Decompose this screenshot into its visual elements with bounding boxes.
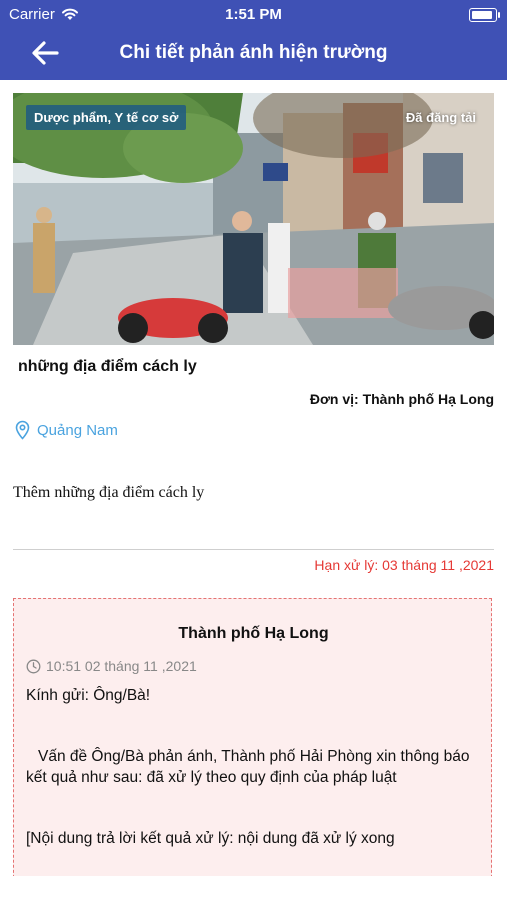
response-greeting: Kính gửi: Ông/Bà!	[26, 687, 151, 704]
response-card: Thành phố Hạ Long 10:51 02 tháng 11 ,202…	[13, 598, 492, 898]
status-badge: Đã đăng tải	[405, 110, 476, 125]
clock-icon	[26, 659, 41, 673]
report-description: Thêm những địa điểm cách ly	[13, 484, 205, 501]
report-photo[interactable]: Dược phẩm, Y tế cơ sở Đã đăng tải	[13, 93, 494, 345]
clock: 1:51 PM	[225, 6, 282, 23]
street-scene-image	[13, 93, 494, 345]
battery-level	[472, 11, 492, 19]
category-badge: Dược phẩm, Y tế cơ sở	[26, 105, 187, 130]
response-result: Vấn đề Ông/Bà phản ánh, Thành phố Hải Ph…	[26, 748, 470, 786]
battery-icon	[469, 8, 500, 22]
report-unit: Đơn vị: Thành phố Hạ Long	[309, 391, 494, 407]
report-subject: những địa điểm cách ly	[18, 358, 197, 375]
response-timestamp: 10:51 02 tháng 11 ,2021	[26, 658, 197, 674]
response-body: Kính gửi: Ông/Bà! Vấn đề Ông/Bà phản ánh…	[26, 685, 471, 849]
response-detail: [Nội dung trả lời kết quả xử lý: nội dun…	[26, 830, 395, 847]
location-link[interactable]: Quảng Nam	[14, 420, 118, 440]
deadline-label: Hạn xử lý: 03 tháng 11 ,2021	[314, 557, 494, 573]
response-organization: Thành phố Hạ Long	[178, 625, 329, 642]
bottom-edge	[0, 876, 507, 900]
map-pin-icon	[15, 420, 30, 440]
status-bar: Carrier 1:51 PM	[0, 0, 507, 28]
page-title: Chi tiết phản ánh hiện trường	[119, 42, 388, 63]
response-time-text: 10:51 02 tháng 11 ,2021	[46, 658, 197, 674]
location-label: Quảng Nam	[37, 421, 118, 439]
divider	[13, 549, 494, 550]
app-header: Carrier 1:51 PM Chi tiết phản ánh hiện t…	[0, 0, 507, 80]
